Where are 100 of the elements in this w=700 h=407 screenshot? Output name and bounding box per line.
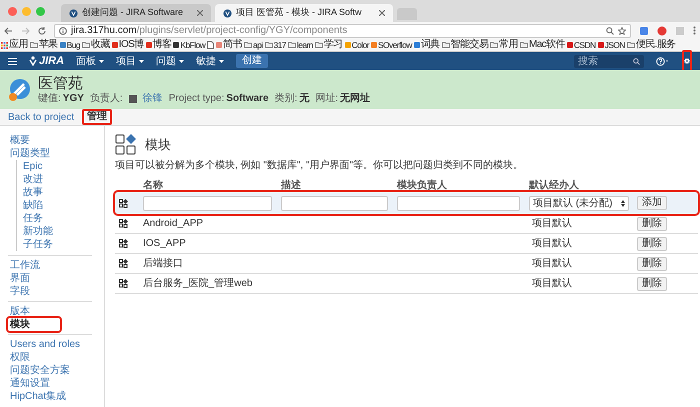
component-icon — [119, 279, 128, 288]
component-icon — [119, 219, 128, 228]
info-icon — [59, 26, 67, 34]
bookmark[interactable]: 317 — [264, 39, 286, 51]
bookmark-icon[interactable] — [207, 41, 214, 49]
bookmark[interactable]: 博客 — [146, 39, 172, 51]
component-name: 后端接口 — [143, 256, 183, 271]
sidebar-item[interactable]: 字段 — [8, 285, 32, 298]
folder-icon — [264, 42, 273, 48]
bookmark[interactable]: Color — [344, 39, 369, 51]
caret-icon — [179, 60, 184, 62]
sidebar-item[interactable]: 概要 — [8, 134, 32, 147]
sidebar-item[interactable]: 故事 — [23, 186, 43, 199]
create-button[interactable]: 创建 — [236, 54, 268, 68]
delete-button[interactable]: 删除 — [637, 276, 667, 290]
nav-menu[interactable]: 问题 — [156, 54, 184, 68]
component-icon — [119, 198, 128, 208]
sidebar-item[interactable]: Epic — [23, 160, 42, 173]
bookmark[interactable]: CSDN — [566, 39, 596, 51]
search-icon — [606, 26, 614, 34]
bookmark[interactable]: 词典 — [414, 39, 440, 51]
component-name: IOS_APP — [143, 237, 186, 251]
bookmark[interactable]: 苹果 — [30, 39, 58, 51]
bookmark[interactable]: 简书 — [216, 39, 242, 51]
bookmark[interactable]: Mac软件 — [520, 39, 565, 51]
bookmark[interactable]: 常用 — [490, 39, 518, 51]
meta-label: 负责人: — [90, 92, 123, 104]
sidebar-item[interactable]: 版本 — [8, 305, 32, 318]
nav-menu[interactable]: 敏捷 — [196, 54, 224, 68]
project-name: 医管苑 — [38, 74, 84, 92]
menu-icon — [693, 26, 696, 35]
search-field[interactable]: 搜索 — [574, 54, 644, 68]
sidebar-item[interactable]: 新功能 — [23, 225, 53, 238]
user-avatar-icon — [128, 94, 137, 102]
bookmark[interactable]: JSON — [598, 39, 625, 51]
meta-value: 无 — [299, 92, 310, 104]
sidebar-item[interactable]: Users and roles — [8, 338, 82, 351]
bookmark[interactable]: learn — [288, 39, 313, 51]
folder-icon — [244, 42, 252, 48]
meta-value: 无网址 — [340, 92, 370, 104]
reload-icon — [38, 26, 46, 34]
bookmark[interactable]: 智能交易 — [442, 39, 488, 51]
apps-icon — [1, 42, 8, 48]
bookmark[interactable]: 收藏 — [82, 39, 110, 51]
sidebar-item[interactable]: 界面 — [8, 272, 32, 285]
close-icon — [379, 10, 385, 16]
folder-icon — [490, 42, 498, 48]
column-header: 默认经办人 — [529, 180, 579, 192]
sidebar-item[interactable]: 工作流 — [8, 259, 42, 272]
column-header: 描述 — [281, 180, 301, 192]
user-link[interactable]: 徐锋 — [142, 92, 163, 104]
delete-button[interactable]: 删除 — [637, 236, 667, 250]
sidebar-item[interactable]: 缺陷 — [23, 199, 43, 212]
sidebar-item[interactable]: 问题类型 — [8, 147, 52, 160]
component-icon — [119, 259, 128, 268]
input-field[interactable] — [281, 196, 388, 210]
nav-menu[interactable]: 项目 — [116, 54, 144, 68]
bookmark[interactable]: 学习 — [314, 39, 343, 51]
add-button[interactable]: 添加 — [637, 196, 667, 210]
address-field[interactable]: jira.317hu.com/plugins/servlet/project-config/YGY/components — [54, 24, 631, 38]
table-cell-text: 项目默认 — [531, 277, 572, 291]
components-icon — [115, 134, 137, 156]
back-link[interactable]: Back to project — [8, 110, 74, 124]
meta-label: 网址: — [315, 92, 338, 104]
bookmark[interactable]: SOverflow — [370, 39, 412, 51]
meta-label: Project type: — [168, 92, 224, 104]
meta-label: 键值: — [38, 92, 61, 104]
bookmark[interactable]: api — [244, 39, 263, 51]
forward-icon — [21, 26, 30, 34]
folder-icon — [82, 42, 90, 48]
sidebar-item[interactable]: 改进 — [23, 173, 43, 186]
bookmark[interactable]: 便民.服务 — [626, 39, 676, 51]
sidebar-item[interactable]: 权限 — [8, 351, 32, 364]
sidebar-item[interactable]: 通知设置 — [8, 377, 52, 390]
browser-tab[interactable]: 创建问题 - JIRA Software — [61, 4, 211, 22]
sidebar-item[interactable]: 任务 — [23, 212, 43, 225]
assignee-select[interactable]: 项目默认 (未分配) — [529, 196, 629, 210]
meta-label: 类别: — [274, 92, 298, 104]
delete-button[interactable]: 删除 — [637, 256, 667, 270]
browser-tab[interactable]: 项目 医管苑 - 模块 - JIRA Softw — [215, 4, 393, 22]
folder-icon — [314, 42, 323, 48]
folder-icon — [30, 42, 38, 48]
sidebar-item[interactable]: 问题安全方案 — [8, 364, 72, 377]
bookmark[interactable]: IOS博 — [112, 39, 144, 51]
sidebar-item[interactable]: 模块 — [8, 318, 60, 331]
folder-icon — [442, 42, 450, 48]
delete-button[interactable]: 删除 — [637, 216, 667, 230]
nav-menu[interactable]: 面板 — [76, 54, 104, 68]
sidebar-item[interactable]: HipChat集成 — [8, 390, 68, 403]
bookmark[interactable]: 应用 — [1, 39, 28, 51]
sidebar-item[interactable]: 子任务 — [23, 238, 53, 251]
input-field[interactable] — [143, 196, 272, 210]
input-field[interactable] — [397, 196, 520, 210]
bookmark[interactable]: KbFlow — [173, 39, 206, 51]
logo-icon — [69, 8, 78, 18]
logo-text[interactable]: JIRA — [39, 52, 64, 70]
bookmark[interactable]: Bug — [60, 39, 80, 51]
help-icon — [656, 56, 670, 66]
breadcrumb-current[interactable]: 管理 — [82, 109, 112, 125]
settings-icon — [684, 57, 690, 65]
